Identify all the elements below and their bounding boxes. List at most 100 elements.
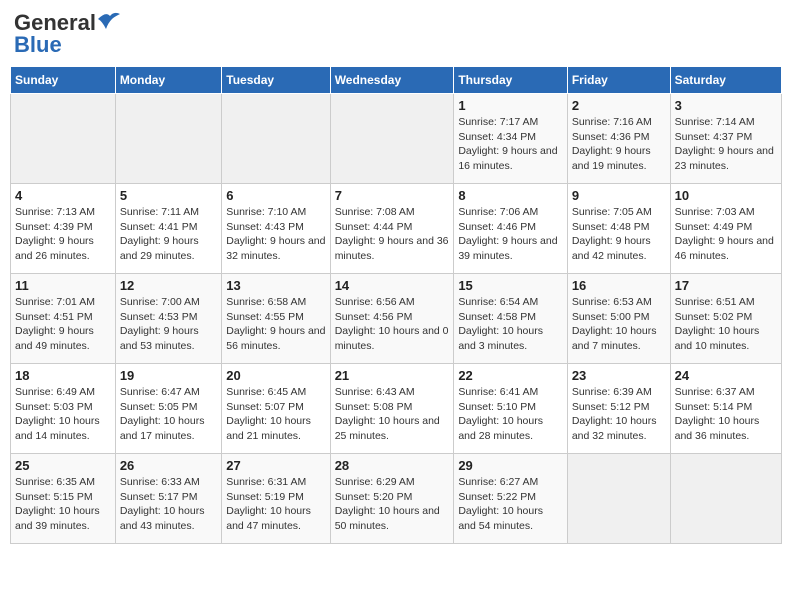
- weekday-header-thursday: Thursday: [454, 67, 568, 94]
- day-info: Sunrise: 6:49 AM Sunset: 5:03 PM Dayligh…: [15, 385, 111, 444]
- day-info: Sunrise: 7:17 AM Sunset: 4:34 PM Dayligh…: [458, 115, 563, 174]
- calendar-cell: 2 Sunrise: 7:16 AM Sunset: 4:36 PM Daylig…: [567, 94, 670, 184]
- day-number: 23: [572, 368, 666, 383]
- day-info: Sunrise: 6:43 AM Sunset: 5:08 PM Dayligh…: [335, 385, 450, 444]
- day-info: Sunrise: 6:53 AM Sunset: 5:00 PM Dayligh…: [572, 295, 666, 354]
- calendar-week-row: 18 Sunrise: 6:49 AM Sunset: 5:03 PM Dayli…: [11, 364, 782, 454]
- day-number: 28: [335, 458, 450, 473]
- calendar-cell: [670, 454, 781, 544]
- day-info: Sunrise: 7:08 AM Sunset: 4:44 PM Dayligh…: [335, 205, 450, 264]
- calendar-cell: 12 Sunrise: 7:00 AM Sunset: 4:53 PM Dayli…: [115, 274, 221, 364]
- calendar-cell: 1 Sunrise: 7:17 AM Sunset: 4:34 PM Daylig…: [454, 94, 568, 184]
- day-number: 20: [226, 368, 325, 383]
- day-number: 1: [458, 98, 563, 113]
- day-number: 9: [572, 188, 666, 203]
- calendar-cell: 4 Sunrise: 7:13 AM Sunset: 4:39 PM Daylig…: [11, 184, 116, 274]
- day-number: 11: [15, 278, 111, 293]
- day-info: Sunrise: 6:41 AM Sunset: 5:10 PM Dayligh…: [458, 385, 563, 444]
- weekday-header-monday: Monday: [115, 67, 221, 94]
- weekday-header-saturday: Saturday: [670, 67, 781, 94]
- day-info: Sunrise: 6:27 AM Sunset: 5:22 PM Dayligh…: [458, 475, 563, 534]
- calendar-cell: 26 Sunrise: 6:33 AM Sunset: 5:17 PM Dayli…: [115, 454, 221, 544]
- calendar-cell: 21Sunrise: 6:43 AM Sunset: 5:08 PM Dayli…: [330, 364, 454, 454]
- calendar-cell: 14 Sunrise: 6:56 AM Sunset: 4:56 PM Dayli…: [330, 274, 454, 364]
- day-number: 22: [458, 368, 563, 383]
- day-number: 25: [15, 458, 111, 473]
- day-number: 10: [675, 188, 777, 203]
- weekday-header-tuesday: Tuesday: [222, 67, 330, 94]
- calendar-cell: 29 Sunrise: 6:27 AM Sunset: 5:22 PM Dayli…: [454, 454, 568, 544]
- day-number: 14: [335, 278, 450, 293]
- weekday-header-row: SundayMondayTuesdayWednesdayThursdayFrid…: [11, 67, 782, 94]
- day-number: 4: [15, 188, 111, 203]
- page-header: General Blue: [10, 10, 782, 58]
- calendar-cell: 23 Sunrise: 6:39 AM Sunset: 5:12 PM Dayli…: [567, 364, 670, 454]
- calendar-cell: [330, 94, 454, 184]
- day-number: 3: [675, 98, 777, 113]
- weekday-header-wednesday: Wednesday: [330, 67, 454, 94]
- calendar-cell: 6Sunrise: 7:10 AM Sunset: 4:43 PM Daylig…: [222, 184, 330, 274]
- calendar-cell: 22 Sunrise: 6:41 AM Sunset: 5:10 PM Dayli…: [454, 364, 568, 454]
- calendar-cell: [222, 94, 330, 184]
- calendar-cell: 13 Sunrise: 6:58 AM Sunset: 4:55 PM Dayli…: [222, 274, 330, 364]
- day-number: 29: [458, 458, 563, 473]
- day-number: 12: [120, 278, 217, 293]
- day-info: Sunrise: 6:37 AM Sunset: 5:14 PM Dayligh…: [675, 385, 777, 444]
- day-info: Sunrise: 6:39 AM Sunset: 5:12 PM Dayligh…: [572, 385, 666, 444]
- calendar-week-row: 4 Sunrise: 7:13 AM Sunset: 4:39 PM Daylig…: [11, 184, 782, 274]
- calendar-cell: 16 Sunrise: 6:53 AM Sunset: 5:00 PM Dayli…: [567, 274, 670, 364]
- day-number: 18: [15, 368, 111, 383]
- calendar-week-row: 11 Sunrise: 7:01 AM Sunset: 4:51 PM Dayli…: [11, 274, 782, 364]
- calendar-cell: [567, 454, 670, 544]
- day-info: Sunrise: 6:54 AM Sunset: 4:58 PM Dayligh…: [458, 295, 563, 354]
- day-number: 26: [120, 458, 217, 473]
- day-info: Sunrise: 6:29 AM Sunset: 5:20 PM Dayligh…: [335, 475, 450, 534]
- calendar-table: SundayMondayTuesdayWednesdayThursdayFrid…: [10, 66, 782, 544]
- weekday-header-friday: Friday: [567, 67, 670, 94]
- day-number: 19: [120, 368, 217, 383]
- calendar-cell: [11, 94, 116, 184]
- day-info: Sunrise: 6:33 AM Sunset: 5:17 PM Dayligh…: [120, 475, 217, 534]
- day-info: Sunrise: 7:03 AM Sunset: 4:49 PM Dayligh…: [675, 205, 777, 264]
- day-number: 13: [226, 278, 325, 293]
- day-info: Sunrise: 7:01 AM Sunset: 4:51 PM Dayligh…: [15, 295, 111, 354]
- calendar-cell: 25 Sunrise: 6:35 AM Sunset: 5:15 PM Dayli…: [11, 454, 116, 544]
- calendar-cell: 24 Sunrise: 6:37 AM Sunset: 5:14 PM Dayli…: [670, 364, 781, 454]
- day-info: Sunrise: 7:16 AM Sunset: 4:36 PM Dayligh…: [572, 115, 666, 174]
- calendar-cell: 8 Sunrise: 7:06 AM Sunset: 4:46 PM Daylig…: [454, 184, 568, 274]
- logo-blue: Blue: [14, 32, 62, 58]
- calendar-cell: 15 Sunrise: 6:54 AM Sunset: 4:58 PM Dayli…: [454, 274, 568, 364]
- day-number: 5: [120, 188, 217, 203]
- calendar-week-row: 25 Sunrise: 6:35 AM Sunset: 5:15 PM Dayli…: [11, 454, 782, 544]
- calendar-cell: 27 Sunrise: 6:31 AM Sunset: 5:19 PM Dayli…: [222, 454, 330, 544]
- day-number: 17: [675, 278, 777, 293]
- calendar-cell: 3 Sunrise: 7:14 AM Sunset: 4:37 PM Daylig…: [670, 94, 781, 184]
- day-info: Sunrise: 6:45 AM Sunset: 5:07 PM Dayligh…: [226, 385, 325, 444]
- day-number: 2: [572, 98, 666, 113]
- logo: General Blue: [14, 10, 120, 58]
- weekday-header-sunday: Sunday: [11, 67, 116, 94]
- calendar-week-row: 1 Sunrise: 7:17 AM Sunset: 4:34 PM Daylig…: [11, 94, 782, 184]
- calendar-cell: 28 Sunrise: 6:29 AM Sunset: 5:20 PM Dayli…: [330, 454, 454, 544]
- day-info: Sunrise: 7:06 AM Sunset: 4:46 PM Dayligh…: [458, 205, 563, 264]
- day-number: 24: [675, 368, 777, 383]
- day-info: Sunrise: 7:00 AM Sunset: 4:53 PM Dayligh…: [120, 295, 217, 354]
- day-info: Sunrise: 6:51 AM Sunset: 5:02 PM Dayligh…: [675, 295, 777, 354]
- day-info: Sunrise: 7:05 AM Sunset: 4:48 PM Dayligh…: [572, 205, 666, 264]
- day-info: Sunrise: 6:31 AM Sunset: 5:19 PM Dayligh…: [226, 475, 325, 534]
- day-info: Sunrise: 7:14 AM Sunset: 4:37 PM Dayligh…: [675, 115, 777, 174]
- day-number: 6: [226, 188, 325, 203]
- day-number: 7: [335, 188, 450, 203]
- calendar-cell: 10 Sunrise: 7:03 AM Sunset: 4:49 PM Dayli…: [670, 184, 781, 274]
- day-number: 8: [458, 188, 563, 203]
- day-number: 16: [572, 278, 666, 293]
- day-info: Sunrise: 7:13 AM Sunset: 4:39 PM Dayligh…: [15, 205, 111, 264]
- day-info: Sunrise: 6:56 AM Sunset: 4:56 PM Dayligh…: [335, 295, 450, 354]
- calendar-cell: 7 Sunrise: 7:08 AM Sunset: 4:44 PM Daylig…: [330, 184, 454, 274]
- day-info: Sunrise: 6:35 AM Sunset: 5:15 PM Dayligh…: [15, 475, 111, 534]
- day-number: 27: [226, 458, 325, 473]
- calendar-cell: 20 Sunrise: 6:45 AM Sunset: 5:07 PM Dayli…: [222, 364, 330, 454]
- day-info: Sunrise: 7:11 AM Sunset: 4:41 PM Dayligh…: [120, 205, 217, 264]
- day-number: 15: [458, 278, 563, 293]
- day-info: Sunrise: 6:58 AM Sunset: 4:55 PM Dayligh…: [226, 295, 325, 354]
